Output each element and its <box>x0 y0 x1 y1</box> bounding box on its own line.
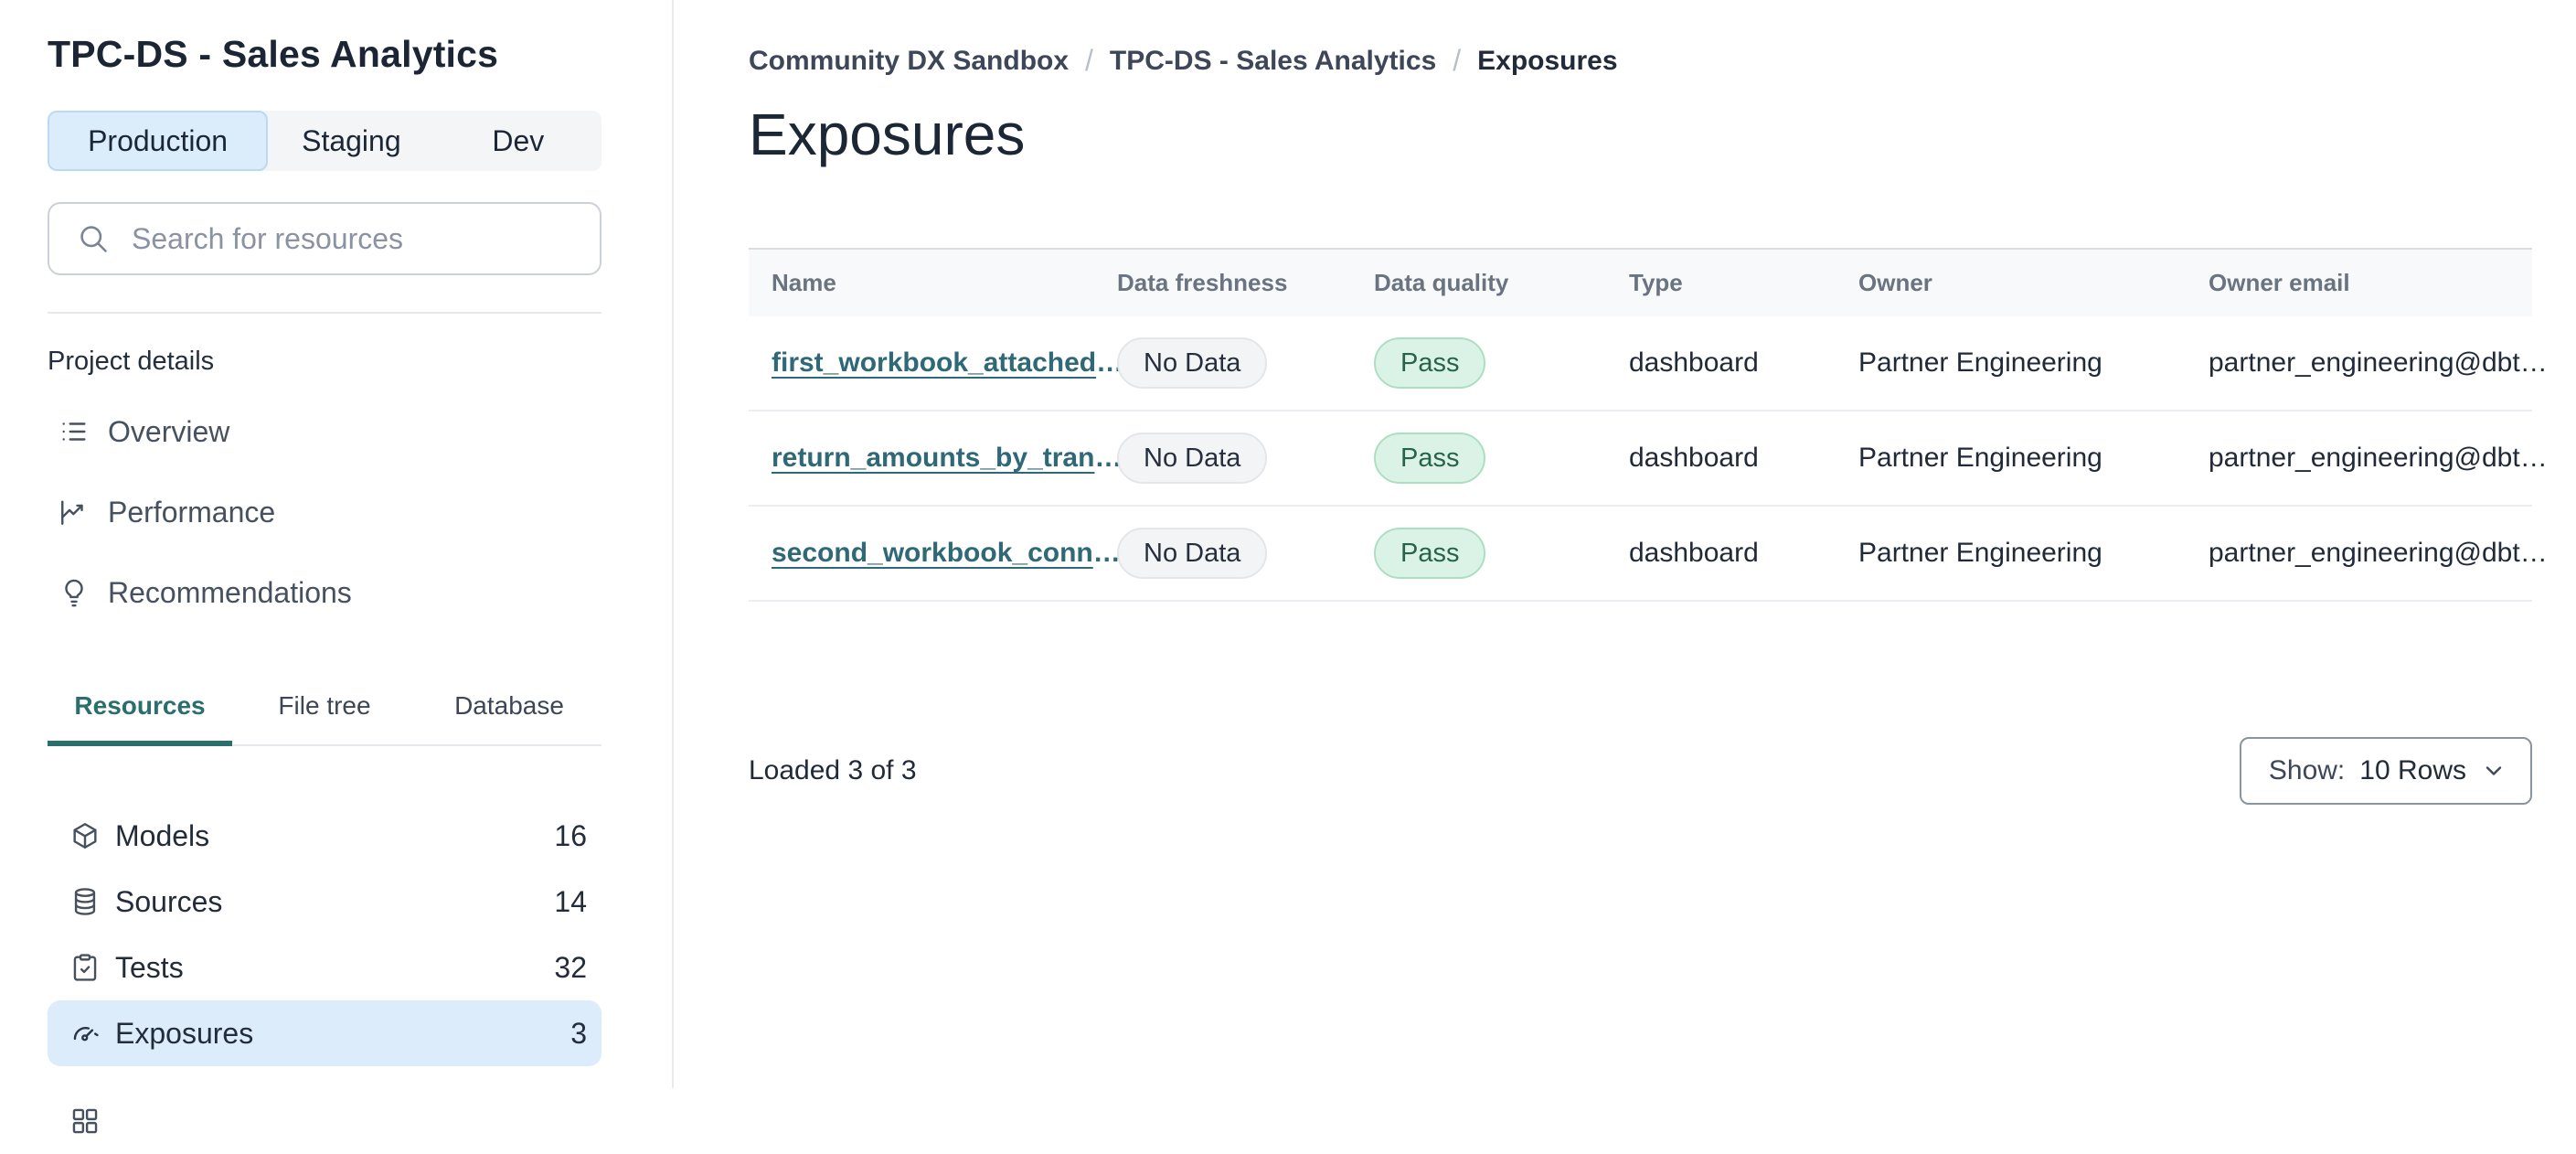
search-box[interactable] <box>48 202 601 275</box>
owner-email-cell: partner_engineering@dbt… <box>2209 347 2548 378</box>
gauge-icon <box>69 1018 101 1049</box>
quality-badge: Pass <box>1374 528 1486 579</box>
truncation-ellipsis: … <box>2519 443 2548 473</box>
exposure-name-link[interactable]: second_workbook_conn… <box>772 538 1121 568</box>
sidebar-item-overview[interactable]: Overview <box>48 391 601 472</box>
project-title: TPC-DS - Sales Analytics <box>48 33 499 75</box>
table-footer: Loaded 3 of 3 Show: 10 Rows <box>749 737 2532 805</box>
column-header-name: Name <box>772 269 836 296</box>
resource-item-label: Exposures <box>115 1016 254 1050</box>
sidebar-item-performance[interactable]: Performance <box>48 472 601 552</box>
sidebar-item-label: Recommendations <box>108 575 352 609</box>
freshness-badge: No Data <box>1117 528 1268 579</box>
tab-resources[interactable]: Resources <box>48 679 232 746</box>
column-header-type: Type <box>1629 269 1683 296</box>
resource-item-label: Tests <box>115 950 184 984</box>
grid-icon <box>69 1106 101 1137</box>
breadcrumb-separator: / <box>1453 44 1462 77</box>
freshness-badge: No Data <box>1117 433 1268 484</box>
resource-item-label: Sources <box>115 884 223 918</box>
type-cell: dashboard <box>1629 538 1759 568</box>
resource-count: 14 <box>554 884 587 918</box>
breadcrumb: Community DX Sandbox / TPC-DS - Sales An… <box>749 44 2530 78</box>
search-icon <box>77 222 110 255</box>
freshness-badge: No Data <box>1117 337 1268 389</box>
rows-per-page-select[interactable]: Show: 10 Rows <box>2239 737 2532 805</box>
resource-count: 3 <box>570 1016 587 1050</box>
quality-badge: Pass <box>1374 337 1486 389</box>
breadcrumb-separator: / <box>1085 44 1093 77</box>
page-title: Exposures <box>749 102 1026 167</box>
tab-database[interactable]: Database <box>417 679 601 746</box>
resource-item-label: Models <box>115 818 210 852</box>
sidebar-divider <box>48 312 601 314</box>
tab-production[interactable]: Production <box>48 111 269 171</box>
owner-cell: Partner Engineering <box>1858 347 2102 378</box>
loaded-status: Loaded 3 of 3 <box>749 755 917 785</box>
owner-cell: Partner Engineering <box>1858 538 2102 568</box>
line-chart-icon <box>59 497 90 528</box>
type-cell: dashboard <box>1629 347 1759 378</box>
resource-tabs: Resources File tree Database <box>48 679 601 746</box>
quality-badge: Pass <box>1374 433 1486 484</box>
show-value: 10 Rows <box>2359 755 2466 785</box>
table-row: second_workbook_conn… No Data Pass dashb… <box>749 507 2548 602</box>
truncation-ellipsis: … <box>2519 347 2548 378</box>
tab-file-tree[interactable]: File tree <box>232 679 417 746</box>
sidebar-item-recommendations[interactable]: Recommendations <box>48 552 601 633</box>
column-header-data-quality: Data quality <box>1374 269 1509 296</box>
column-header-data-freshness: Data freshness <box>1117 269 1288 296</box>
resource-list: Models 16 Sources 14 Tests 32 Exposures … <box>48 803 601 1154</box>
sidebar: TPC-DS - Sales Analytics Production Stag… <box>0 0 674 1134</box>
show-label: Show: <box>2268 755 2346 785</box>
sidebar-item-exposures[interactable]: Exposures 3 <box>48 1000 601 1066</box>
lightbulb-icon <box>59 577 90 608</box>
sidebar-item-label: Performance <box>108 495 276 529</box>
truncation-ellipsis: … <box>2519 538 2548 568</box>
resource-count: 32 <box>554 950 587 984</box>
column-header-owner-email: Owner email <box>2209 269 2350 296</box>
sidebar-item-tests[interactable]: Tests 32 <box>48 935 601 1000</box>
main-content: Community DX Sandbox / TPC-DS - Sales An… <box>676 0 2576 805</box>
tab-staging[interactable]: Staging <box>268 111 434 171</box>
sidebar-item-models[interactable]: Models 16 <box>48 803 601 869</box>
type-cell: dashboard <box>1629 443 1759 473</box>
table-row: first_workbook_attached… No Data Pass da… <box>749 316 2548 411</box>
search-input[interactable] <box>132 221 578 256</box>
column-header-owner: Owner <box>1858 269 1932 296</box>
tab-dev[interactable]: Dev <box>435 111 601 171</box>
project-details-label: Project details <box>48 347 215 376</box>
breadcrumb-current: Exposures <box>1477 45 1618 76</box>
chevron-down-icon <box>2481 758 2507 784</box>
clipboard-check-icon <box>69 952 101 983</box>
exposure-name-link[interactable]: return_amounts_by_tran… <box>772 443 1122 473</box>
database-icon <box>69 886 101 917</box>
environment-tabs: Production Staging Dev <box>48 111 601 171</box>
sidebar-item-sources[interactable]: Sources 14 <box>48 869 601 935</box>
sidebar-item-label: Overview <box>108 414 230 448</box>
exposures-table: Name Data freshness Data quality Type Ow… <box>749 248 2548 602</box>
owner-email-cell: partner_engineering@dbt… <box>2209 538 2548 568</box>
owner-cell: Partner Engineering <box>1858 443 2102 473</box>
resource-count: 16 <box>554 818 587 852</box>
sidebar-item-partial[interactable] <box>48 1088 601 1154</box>
owner-email-cell: partner_engineering@dbt… <box>2209 443 2548 473</box>
project-nav: Overview Performance Recommendations <box>48 391 601 633</box>
breadcrumb-project[interactable]: TPC-DS - Sales Analytics <box>1110 46 1436 77</box>
list-icon <box>59 416 90 447</box>
cube-icon <box>69 820 101 851</box>
table-header-row: Name Data freshness Data quality Type Ow… <box>749 248 2532 316</box>
breadcrumb-account[interactable]: Community DX Sandbox <box>749 46 1069 77</box>
exposure-name-link[interactable]: first_workbook_attached… <box>772 347 1123 378</box>
table-row: return_amounts_by_tran… No Data Pass das… <box>749 411 2548 507</box>
